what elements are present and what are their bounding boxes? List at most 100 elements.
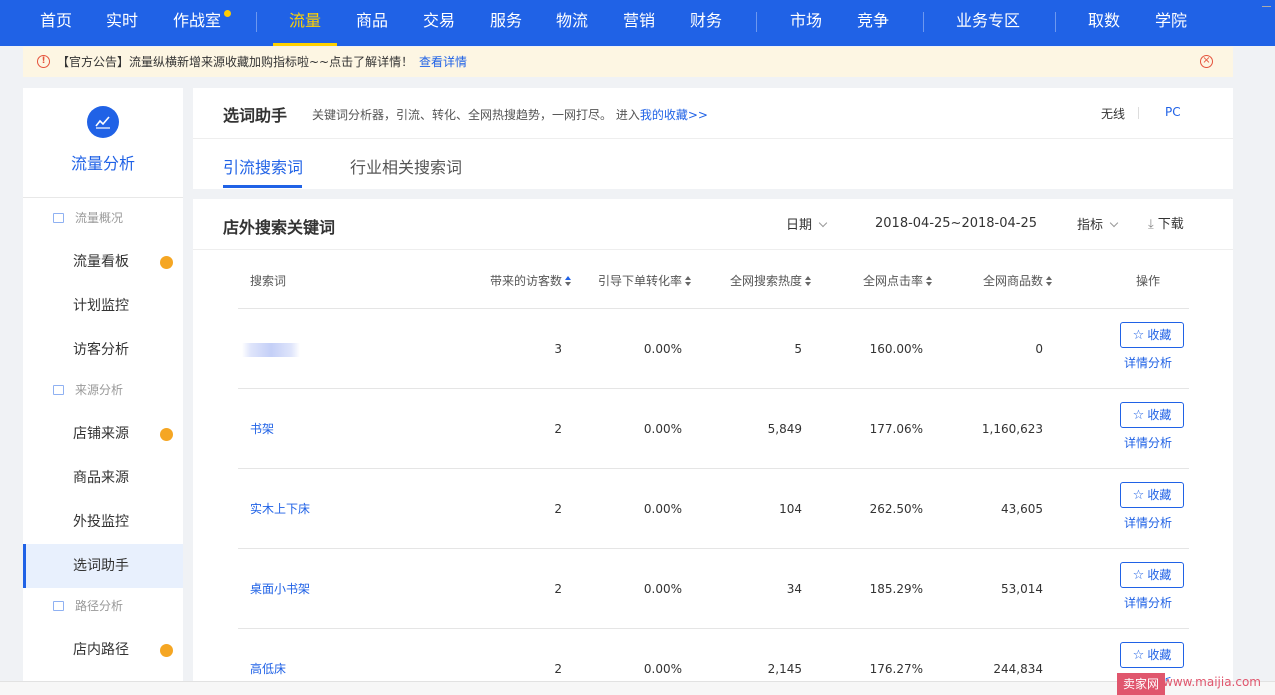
column-header-item-count[interactable]: 全网商品数 [983,272,1053,289]
watermark-url: www.maijia.com [1163,675,1261,689]
favorite-button[interactable]: ☆ 收藏 [1120,482,1184,508]
nav-marketing[interactable]: 营销 [623,0,655,46]
table-row: 桌面小书架 2 0.00% 34 185.29% 53,014 ☆ 收藏 详情分析 [238,549,1189,629]
nav-notification-dot [224,10,231,17]
star-icon: ☆ [1132,488,1145,503]
page-title: 选词助手 [223,106,288,125]
top-navigation: 首页 实时 作战室 流量 商品 交易 服务 物流 营销 财务 市场 竞争 业务专… [0,0,1275,46]
nav-warroom[interactable]: 作战室 [173,0,221,46]
nav-market[interactable]: 市场 [790,0,822,46]
announcement-text: 【官方公告】流量纵横新增来源收藏加购指标啦~~点击了解详情！ [57,55,414,69]
table-row: 3 0.00% 5 160.00% 0 ☆ 收藏 详情分析 [238,309,1189,389]
nav-divider [1055,12,1056,32]
favorite-button[interactable]: ☆ 收藏 [1120,402,1184,428]
badge-dot [160,644,173,657]
nav-trade[interactable]: 交易 [423,0,455,46]
detail-analysis-link[interactable]: 详情分析 [1124,515,1172,531]
nav-traffic[interactable]: 流量 [272,0,338,46]
cell-ctr: 262.50% [869,502,923,516]
active-tab-indicator [223,185,302,188]
sidebar-item-shop-source[interactable]: 店铺来源 [23,412,183,456]
badge-dot [160,256,173,269]
nav-service[interactable]: 服务 [490,0,522,46]
page-description: 关键词分析器，引流、转化、全网热搜趋势，一网打尽。 进入我的收藏>> [312,108,708,122]
warning-icon: ! [37,55,50,68]
nav-divider [756,12,757,32]
announcement-detail-link[interactable]: 查看详情 [419,47,467,77]
nav-business-zone[interactable]: 业务专区 [956,0,1020,46]
column-header-conversion[interactable]: 引导下单转化率 [598,272,692,289]
star-icon: ☆ [1132,648,1145,663]
sort-icon [685,276,692,286]
watermark-badge: 卖家网 [1117,673,1166,695]
sidebar-item-visitor-analysis[interactable]: 访客分析 [23,328,183,372]
star-icon: ☆ [1132,328,1145,343]
download-button[interactable]: ⤓ 下载 [1148,213,1184,232]
cell-ctr: 160.00% [869,342,923,356]
cell-item-count: 0 [1035,342,1043,356]
tab-traffic-keywords[interactable]: 引流搜索词 [223,154,303,178]
sidebar-item-product-source[interactable]: 商品来源 [23,456,183,500]
detail-analysis-link[interactable]: 详情分析 [1124,435,1172,451]
favorite-button[interactable]: ☆ 收藏 [1120,642,1184,668]
sidebar-item-external-monitor[interactable]: 外投监控 [23,500,183,544]
date-range: 2018-04-25~2018-04-25 [875,216,1037,231]
column-header-ctr[interactable]: 全网点击率 [863,272,933,289]
nav-academy[interactable]: 学院 [1155,0,1187,46]
sidebar-item-traffic-board[interactable]: 流量看板 [23,240,183,284]
nav-realtime[interactable]: 实时 [106,0,138,46]
divider [193,249,1233,250]
nav-products[interactable]: 商品 [356,0,388,46]
nav-competition[interactable]: 竞争 [857,0,889,46]
metric-selector[interactable]: 指标 [1077,214,1119,233]
keyword-link[interactable]: 书架 [250,389,274,469]
building-icon [53,213,64,223]
cell-ctr: 177.06% [869,422,923,436]
keyword-link[interactable]: 实木上下床 [250,469,310,549]
favorite-button[interactable]: ☆ 收藏 [1120,322,1184,348]
table-row: 实木上下床 2 0.00% 104 262.50% 43,605 ☆ 收藏 详情分析 [238,469,1189,549]
detail-analysis-link[interactable]: 详情分析 [1124,595,1172,611]
badge-dot [160,428,173,441]
star-icon: ☆ [1132,568,1145,583]
cell-conversion: 0.00% [643,422,682,436]
my-favorites-link[interactable]: 我的收藏>> [640,108,708,122]
nav-data-fetch[interactable]: 取数 [1088,0,1120,46]
column-header-keyword: 搜索词 [250,274,287,288]
scrollbar-arrow[interactable] [1262,6,1271,15]
cell-visitors: 2 [554,422,562,436]
keyword-helper-header: 选词助手 关键词分析器，引流、转化、全网热搜趋势，一网打尽。 进入我的收藏>> … [193,88,1233,189]
sort-icon [565,276,572,286]
column-header-actions: 操作 [1136,274,1161,288]
cell-conversion: 0.00% [643,342,682,356]
divider [193,138,1233,139]
cell-search-heat: 5 [794,342,802,356]
redacted-keyword [242,343,300,357]
cell-ctr: 185.29% [869,582,923,596]
sidebar-item-plan-monitor[interactable]: 计划监控 [23,284,183,328]
column-header-visitors[interactable]: 带来的访客数 [490,272,572,289]
device-wireless-toggle[interactable]: 无线 [1101,105,1125,122]
close-icon[interactable]: × [1200,55,1213,68]
sort-icon [926,276,933,286]
nav-home[interactable]: 首页 [40,0,72,46]
sidebar-item-store-path[interactable]: 店内路径 [23,628,183,672]
date-selector[interactable]: 日期 [786,214,828,233]
keyword-link[interactable]: 桌面小书架 [250,549,310,629]
announcement-bar: ! 【官方公告】流量纵横新增来源收藏加购指标啦~~点击了解详情！ 查看详情 × [23,47,1233,77]
bottom-scrollbar[interactable] [0,681,1275,695]
sidebar-item-keyword-helper[interactable]: 选词助手 [23,544,183,588]
keyword-table-panel: 店外搜索关键词 日期 2018-04-25~2018-04-25 指标 ⤓ 下载 … [193,199,1233,695]
nav-finance[interactable]: 财务 [690,0,722,46]
cell-search-heat: 5,849 [767,422,802,436]
cell-search-heat: 34 [786,582,802,596]
device-pc-toggle[interactable]: PC [1165,105,1181,119]
detail-analysis-link[interactable]: 详情分析 [1124,355,1172,371]
cell-visitors: 2 [554,502,562,516]
column-header-search-heat[interactable]: 全网搜索热度 [730,272,812,289]
favorite-button[interactable]: ☆ 收藏 [1120,562,1184,588]
cell-conversion: 0.00% [643,502,682,516]
tab-industry-keywords[interactable]: 行业相关搜索词 [350,154,462,178]
nav-logistics[interactable]: 物流 [556,0,588,46]
section-title: 店外搜索关键词 [223,218,336,237]
